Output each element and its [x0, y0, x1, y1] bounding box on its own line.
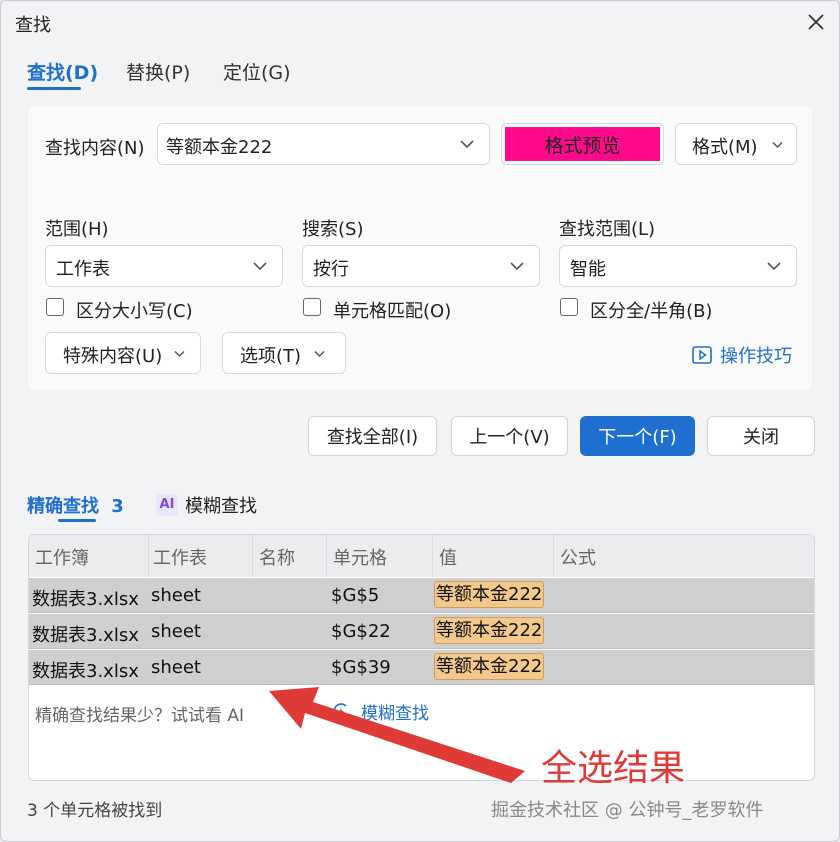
annotation-arrow	[269, 687, 525, 783]
annotation-label: 全选结果	[541, 748, 686, 789]
find-dialog: 查找 查找(D) 替换(P) 定位(G) 查找内容(N) 等额本金222 格式预…	[0, 0, 840, 842]
